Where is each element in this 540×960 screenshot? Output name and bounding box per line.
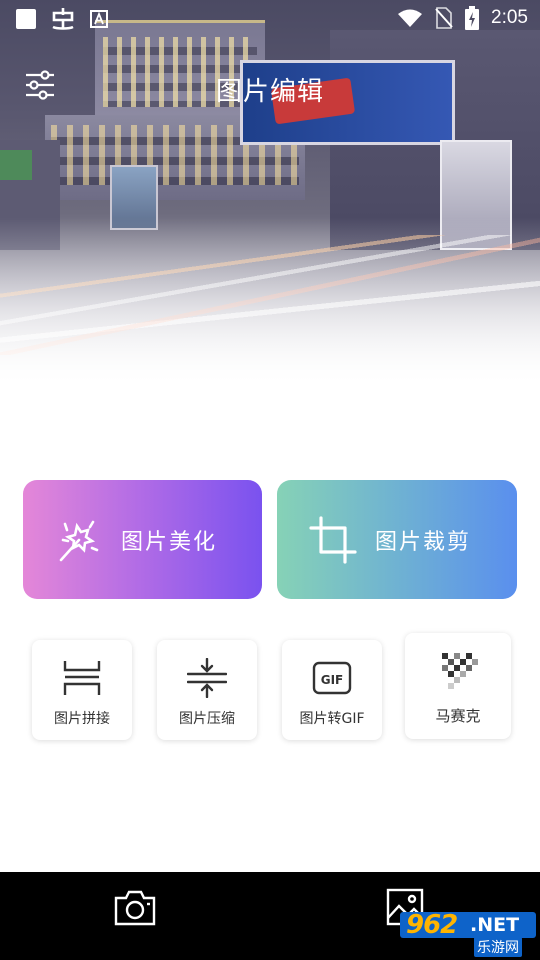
beautify-label: 图片美化 (121, 530, 218, 555)
status-bar: 2:05 (0, 0, 540, 36)
page-title: 图片编辑 (215, 77, 324, 107)
compress-button[interactable]: 图片压缩 (157, 640, 257, 740)
crop-label: 图片裁剪 (375, 530, 472, 555)
magic-wand-icon (59, 520, 99, 562)
bug-icon (52, 8, 74, 30)
square-icon (16, 9, 36, 29)
mosaic-label: 马赛克 (435, 707, 481, 725)
no-sim-icon (435, 7, 453, 29)
beautify-button[interactable]: 图片美化 (23, 480, 262, 599)
wifi-icon (398, 9, 423, 27)
stitch-label: 图片拼接 (54, 711, 110, 727)
crop-icon (309, 516, 357, 564)
gif-icon: GIF (312, 661, 352, 695)
a-badge-icon (90, 10, 108, 28)
crop-button[interactable]: 图片裁剪 (277, 480, 517, 599)
street-sign (0, 150, 32, 180)
stitch-button[interactable]: 图片拼接 (32, 640, 132, 740)
battery-charging-icon (465, 6, 480, 30)
header-banner-image (0, 0, 540, 388)
gif-button[interactable]: GIF 图片转GIF (282, 640, 382, 740)
compress-label: 图片压缩 (179, 711, 235, 727)
camera-icon[interactable] (114, 888, 156, 926)
site-watermark-logo: 962 .NET 乐游网 (400, 910, 536, 957)
gif-label: 图片转GIF (299, 711, 365, 727)
stitch-icon (63, 661, 101, 695)
mosaic-icon (442, 653, 478, 689)
clock: 2:05 (491, 7, 528, 28)
mosaic-button[interactable]: 马赛克 (405, 633, 511, 739)
compress-icon (187, 658, 227, 698)
svg-text:GIF: GIF (321, 673, 344, 687)
